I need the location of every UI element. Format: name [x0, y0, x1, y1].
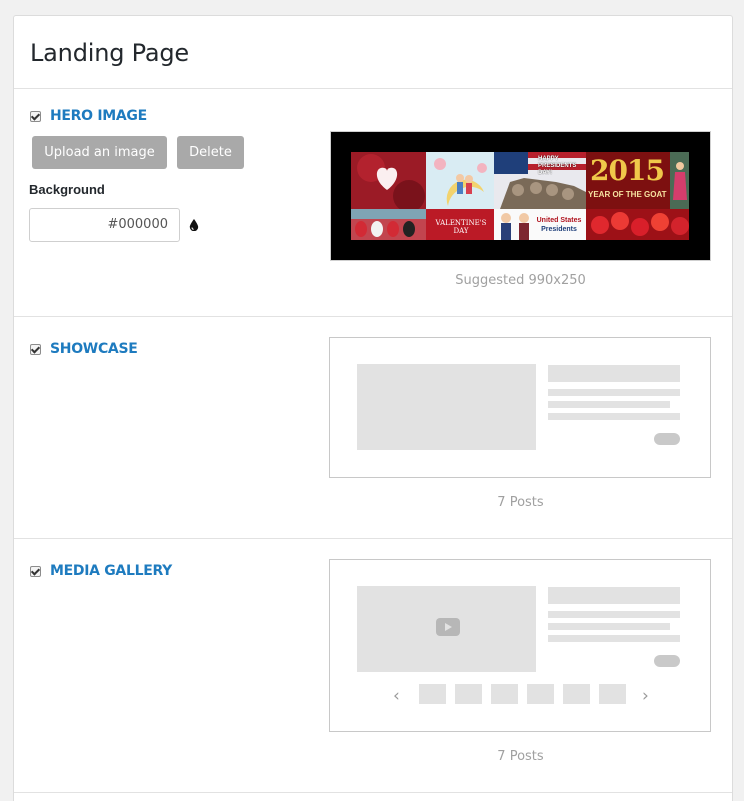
- landing-page-panel: Landing Page HERO IMAGE Upload an image …: [13, 15, 733, 801]
- presidents-day-tile: HAPPY PRESIDENTS DAY!: [494, 152, 586, 209]
- valentines-text: VALENTINE'S DAY: [435, 219, 487, 235]
- gallery-thumbnail: [563, 684, 590, 704]
- nails-tile: [351, 209, 426, 240]
- showcase-text-line: [548, 401, 670, 408]
- showcase-button-placeholder: [654, 433, 680, 445]
- showcase-posts-caption: 7 Posts: [497, 495, 544, 510]
- background-label: Background: [29, 182, 105, 197]
- lanterns-tile: [586, 209, 689, 240]
- media-gallery-wireframe: ‹ ›: [329, 559, 711, 732]
- hero-image-section: HERO IMAGE Upload an image Delete Backgr…: [14, 89, 732, 317]
- showcase-image-placeholder: [357, 364, 536, 450]
- hero-image-checkbox[interactable]: [30, 110, 41, 122]
- hero-size-caption: Suggested 990x250: [455, 273, 586, 288]
- color-picker-drop-icon[interactable]: [189, 219, 199, 231]
- gallery-next-icon[interactable]: ›: [642, 686, 649, 706]
- dancer-tile: [670, 152, 689, 209]
- presidents-line2-text: Presidents: [541, 226, 577, 233]
- year-caption-text: YEAR OF THE GOAT: [588, 190, 667, 199]
- gallery-thumbnail: [527, 684, 554, 704]
- media-gallery-header: MEDIA GALLERY: [30, 563, 172, 579]
- showcase-section: SHOWCASE 7 Posts: [14, 317, 732, 539]
- us-presidents-tile: United States Presidents: [494, 209, 586, 240]
- background-color-input[interactable]: #000000: [29, 208, 180, 242]
- presidents-day-text: HAPPY PRESIDENTS DAY!: [538, 156, 577, 176]
- panel-header: Landing Page: [14, 16, 732, 89]
- showcase-wireframe: [329, 337, 711, 478]
- presidents-line1-text: United States: [536, 217, 582, 224]
- showcase-text-line: [548, 413, 680, 420]
- media-gallery-section: MEDIA GALLERY ‹ › 7 Posts: [14, 539, 732, 793]
- gallery-thumbnail: [491, 684, 518, 704]
- showcase-text-line: [548, 389, 680, 396]
- media-gallery-checkbox[interactable]: [30, 565, 41, 577]
- delete-image-button[interactable]: Delete: [177, 136, 244, 169]
- showcase-heading-placeholder: [548, 365, 680, 382]
- year-of-goat-tile: 2015 YEAR OF THE GOAT: [586, 152, 670, 209]
- hero-collage: HAPPY PRESIDENTS DAY! 2015 YEAR OF THE G…: [351, 152, 689, 240]
- gallery-text-line: [548, 611, 680, 618]
- showcase-header: SHOWCASE: [30, 341, 138, 357]
- heart-tile: [351, 152, 426, 209]
- hero-image-title[interactable]: HERO IMAGE: [50, 108, 147, 124]
- gallery-thumbnail: [419, 684, 446, 704]
- hero-header: HERO IMAGE: [30, 108, 147, 124]
- year-number-text: 2015: [590, 154, 665, 187]
- page-title: Landing Page: [30, 39, 189, 67]
- couple-tile: [426, 152, 494, 209]
- gallery-heading-placeholder: [548, 587, 680, 604]
- gallery-button-placeholder: [654, 655, 680, 667]
- media-gallery-title[interactable]: MEDIA GALLERY: [50, 563, 172, 579]
- gallery-thumbnail: [599, 684, 626, 704]
- gallery-prev-icon[interactable]: ‹: [393, 686, 400, 706]
- play-icon: [436, 618, 460, 636]
- gallery-thumbnail: [455, 684, 482, 704]
- valentines-tile: VALENTINE'S DAY: [426, 209, 494, 240]
- showcase-title[interactable]: SHOWCASE: [50, 341, 138, 357]
- gallery-text-line: [548, 635, 680, 642]
- upload-image-button[interactable]: Upload an image: [32, 136, 167, 169]
- showcase-checkbox[interactable]: [30, 343, 41, 355]
- gallery-posts-caption: 7 Posts: [497, 749, 544, 764]
- gallery-text-line: [548, 623, 670, 630]
- hero-image-preview: HAPPY PRESIDENTS DAY! 2015 YEAR OF THE G…: [330, 131, 711, 261]
